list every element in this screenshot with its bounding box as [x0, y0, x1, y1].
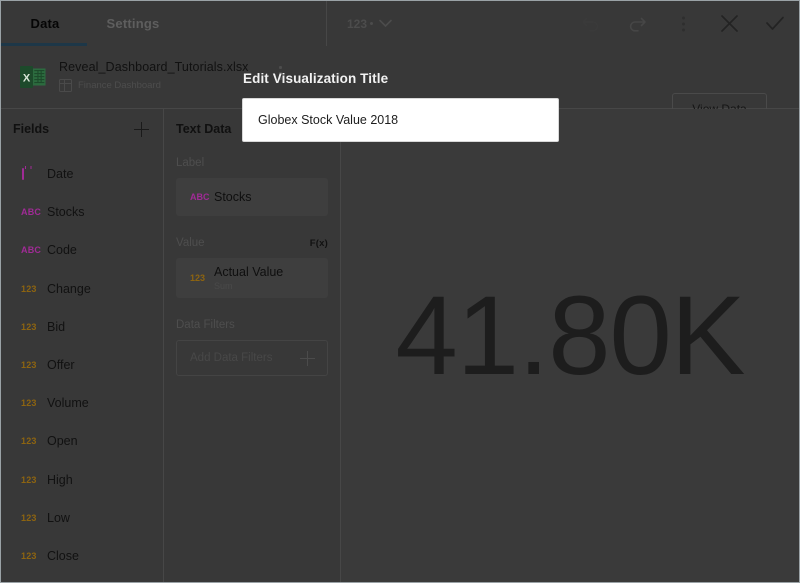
number-type-icon: 123 — [21, 475, 45, 485]
visualization-title-input[interactable]: Globex Stock Value 2018 — [242, 98, 559, 142]
field-label: Volume — [47, 396, 89, 410]
field-item-stocks[interactable]: ABC Stocks — [1, 193, 163, 231]
number-format-label: 123 — [347, 17, 367, 31]
field-label: Offer — [47, 358, 75, 372]
abc-type-icon: ABC — [21, 207, 45, 217]
app-window: Data Settings 123 — [0, 0, 800, 583]
field-item-offer[interactable]: 123 Offer — [1, 346, 163, 384]
field-label: Close — [47, 549, 79, 563]
number-type-icon: 123 — [21, 322, 45, 332]
close-icon[interactable] — [717, 12, 741, 36]
label-section-header: Label — [176, 157, 328, 169]
value-field-aggregation: Sum — [214, 281, 283, 291]
file-name: Reveal_Dashboard_Tutorials.xlsx — [59, 60, 249, 74]
field-label: Low — [47, 511, 70, 525]
value-field-chip[interactable]: 123 Actual Value Sum — [176, 258, 328, 298]
plus-icon — [300, 351, 315, 366]
number-type-icon: 123 — [21, 551, 45, 561]
sheet-info: Finance Dashboard — [59, 79, 249, 92]
format-dot-icon — [370, 22, 373, 25]
table-grid-icon — [59, 79, 72, 92]
field-item-volume[interactable]: 123 Volume — [1, 384, 163, 422]
number-type-icon: 123 — [21, 513, 45, 523]
field-label: Change — [47, 282, 91, 296]
tab-data[interactable]: Data — [1, 1, 89, 46]
calendar-icon — [21, 169, 45, 179]
value-section-header: Value F(x) — [176, 237, 328, 249]
kebab-menu-icon[interactable] — [671, 12, 695, 36]
toolbar-actions — [579, 12, 787, 36]
abc-type-icon: ABC — [190, 192, 214, 202]
field-item-open[interactable]: 123 Open — [1, 422, 163, 460]
field-label: High — [47, 473, 73, 487]
field-item-low[interactable]: 123 Low — [1, 499, 163, 537]
checkmark-icon[interactable] — [763, 12, 787, 36]
chevron-down-icon — [379, 17, 392, 31]
label-section-title: Label — [176, 157, 204, 169]
filters-section-title: Data Filters — [176, 319, 235, 331]
excel-file-icon: X — [19, 62, 49, 92]
value-field-info: Actual Value Sum — [214, 265, 283, 292]
redo-icon[interactable] — [625, 12, 649, 36]
add-field-icon[interactable] — [134, 122, 149, 137]
svg-text:X: X — [23, 73, 31, 85]
field-label: Bid — [47, 320, 65, 334]
sheet-name: Finance Dashboard — [78, 80, 161, 91]
toolbar: 123 — [327, 1, 799, 46]
text-data-panel: Text Data Label ABC Stocks Value F(x) 12… — [164, 109, 341, 582]
field-item-change[interactable]: 123 Change — [1, 270, 163, 308]
edit-title-dialog: Edit Visualization Title Globex Stock Va… — [242, 71, 559, 142]
label-field-chip[interactable]: ABC Stocks — [176, 178, 328, 216]
file-info: Reveal_Dashboard_Tutorials.xlsx Finance … — [59, 60, 249, 92]
number-format-dropdown[interactable]: 123 — [347, 17, 392, 31]
kpi-value: 41.80K — [396, 280, 745, 392]
number-type-icon: 123 — [21, 436, 45, 446]
field-item-bid[interactable]: 123 Bid — [1, 308, 163, 346]
add-data-filters-button[interactable]: Add Data Filters — [176, 340, 328, 376]
value-section-title: Value — [176, 237, 205, 249]
add-data-filters-label: Add Data Filters — [190, 352, 272, 364]
top-bar: Data Settings 123 — [1, 1, 799, 46]
formula-fx-button[interactable]: F(x) — [310, 238, 328, 249]
field-label: Code — [47, 243, 77, 257]
fields-panel: Fields Date ABC Stocks ABC Code 123 Chan… — [1, 109, 164, 582]
label-field-name: Stocks — [214, 190, 252, 204]
field-item-date[interactable]: Date — [1, 155, 163, 193]
field-label: Date — [47, 167, 73, 181]
field-label: Open — [47, 434, 78, 448]
value-field-name: Actual Value — [214, 265, 283, 279]
field-item-high[interactable]: 123 High — [1, 461, 163, 499]
field-label: Stocks — [47, 205, 85, 219]
number-type-icon: 123 — [21, 284, 45, 294]
number-type-icon: 123 — [21, 360, 45, 370]
dialog-title: Edit Visualization Title — [242, 71, 559, 86]
filters-section-header: Data Filters — [176, 319, 328, 331]
visualization-canvas[interactable]: 41.80K — [341, 109, 799, 582]
field-item-code[interactable]: ABC Code — [1, 231, 163, 269]
tab-settings[interactable]: Settings — [89, 1, 177, 46]
abc-type-icon: ABC — [21, 245, 45, 255]
visualization-title-value: Globex Stock Value 2018 — [258, 113, 398, 127]
fields-list: Date ABC Stocks ABC Code 123 Change 123 … — [1, 149, 163, 575]
field-item-close[interactable]: 123 Close — [1, 537, 163, 575]
undo-icon[interactable] — [579, 12, 603, 36]
number-type-icon: 123 — [21, 398, 45, 408]
tab-bar: Data Settings — [1, 1, 327, 46]
fields-panel-header: Fields — [1, 109, 163, 149]
number-type-icon: 123 — [190, 273, 214, 283]
fields-panel-title: Fields — [13, 122, 49, 136]
